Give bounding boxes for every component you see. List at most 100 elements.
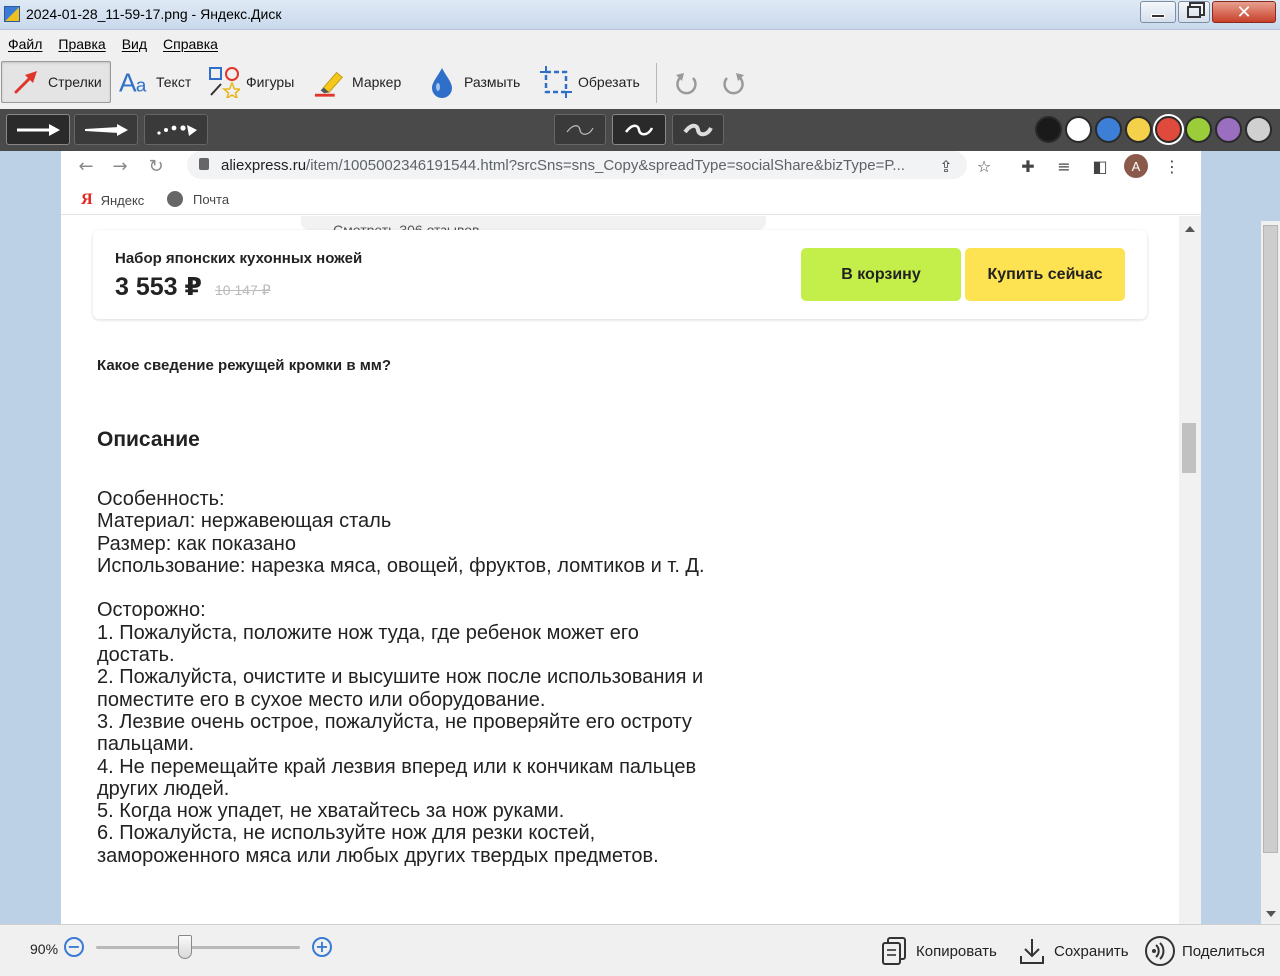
globe-icon: [167, 191, 183, 207]
scroll-down-icon[interactable]: [1266, 911, 1276, 917]
copy-label: Копировать: [916, 942, 997, 960]
bookmark-mail: Почта: [167, 191, 229, 207]
tool-blur[interactable]: Размыть: [426, 61, 520, 103]
color-swatch[interactable]: [1125, 116, 1152, 143]
bookmarks-bar: Я Яндекс Почта: [61, 183, 1201, 215]
media-icon: ≡: [1057, 156, 1071, 176]
line-thick[interactable]: [672, 114, 724, 145]
url-text: aliexpress.ru/item/1005002346191544.html…: [221, 157, 905, 174]
zoom-slider-track[interactable]: [96, 946, 300, 949]
profile-avatar: A: [1124, 154, 1148, 178]
wave-thin-icon: [566, 124, 594, 135]
wave-medium-icon: [625, 124, 654, 135]
share-button[interactable]: Поделиться: [1144, 933, 1265, 969]
product-old-price: 10 147 ₽: [215, 282, 271, 298]
menu-edit[interactable]: Правка: [58, 36, 105, 52]
color-swatch[interactable]: [1245, 116, 1272, 143]
tool-shapes-label: Фигуры: [246, 74, 295, 90]
menu-bar: Файл Правка Вид Справка: [0, 31, 1280, 57]
screenshot-image: ← → ↻ aliexpress.ru/item/100500234619154…: [61, 151, 1201, 924]
arrow-style-tapered[interactable]: [74, 114, 138, 145]
minimize-button[interactable]: [1140, 1, 1176, 23]
close-button[interactable]: ✕: [1212, 1, 1276, 23]
sidebar-icon: ◧: [1092, 156, 1108, 176]
url-bar: aliexpress.ru/item/1005002346191544.html…: [187, 151, 967, 179]
product-price: 3 553 ₽: [115, 273, 202, 301]
zoom-in-button[interactable]: +: [312, 937, 332, 957]
shapes-icon: [208, 66, 240, 98]
menu-help[interactable]: Справка: [163, 36, 218, 52]
maximize-icon: [1187, 6, 1201, 18]
redo-button[interactable]: [720, 69, 748, 97]
arrow-tapered-icon: [85, 123, 128, 136]
reload-icon: ↻: [148, 155, 164, 177]
color-swatch[interactable]: [1095, 116, 1122, 143]
color-swatch[interactable]: [1035, 116, 1062, 143]
viewer-scrollbar[interactable]: [1261, 221, 1280, 924]
window-title: 2024-01-28_11-59-17.png - Яндекс.Диск: [26, 6, 282, 22]
wave-thick-icon: [683, 123, 713, 136]
status-bar: 90% − + Копировать Сохранить Поделиться: [0, 924, 1280, 976]
crop-icon: [540, 66, 572, 98]
tool-crop[interactable]: Обрезать: [540, 61, 640, 103]
maximize-button[interactable]: [1178, 1, 1210, 23]
back-icon: ←: [78, 155, 94, 177]
toolbar: Стрелки Aa Текст Фигуры Маркер Размыть О…: [0, 57, 1280, 109]
color-swatch[interactable]: [1155, 116, 1182, 143]
color-swatch[interactable]: [1185, 116, 1212, 143]
menu-file[interactable]: Файл: [8, 36, 42, 52]
svg-text:A: A: [119, 67, 137, 97]
arrow-solid-icon: [17, 123, 60, 136]
copy-button[interactable]: Копировать: [878, 933, 997, 969]
bookmark-yandex-label: Яндекс: [100, 192, 145, 208]
description-title: Описание: [97, 428, 200, 451]
buy-now-button: Купить сейчас: [965, 248, 1125, 301]
zoom-slider-thumb[interactable]: [178, 935, 192, 959]
share-icon: [1144, 935, 1176, 967]
marker-icon: [314, 66, 346, 98]
bookmark-mail-label: Почта: [193, 191, 230, 207]
arrow-dotted-icon: [157, 124, 197, 136]
zoom-level: 90%: [30, 941, 59, 957]
share-label: Поделиться: [1182, 942, 1265, 960]
arrow-icon: [10, 66, 42, 98]
download-icon: [1016, 935, 1048, 967]
toolbar-separator: [656, 63, 657, 103]
yandex-icon: Я: [81, 191, 93, 208]
save-button[interactable]: Сохранить: [1016, 933, 1129, 969]
color-swatch[interactable]: [1215, 116, 1242, 143]
reviews-strip: Смотреть 306 отзывов: [301, 216, 766, 238]
tool-marker[interactable]: Маркер: [314, 61, 401, 103]
page-scroll-thumb: [1182, 423, 1196, 473]
tool-marker-label: Маркер: [352, 74, 402, 90]
scroll-up-icon: [1185, 226, 1195, 232]
line-thin[interactable]: [554, 114, 606, 145]
image-viewport: ← → ↻ aliexpress.ru/item/100500234619154…: [0, 151, 1280, 924]
add-to-cart-button: В корзину: [801, 248, 961, 301]
close-icon: ✕: [1236, 1, 1252, 23]
undo-button[interactable]: [672, 69, 700, 97]
blur-icon: [426, 66, 458, 98]
minimize-icon: [1151, 14, 1165, 18]
save-label: Сохранить: [1054, 942, 1129, 960]
text-icon: Aa: [118, 66, 150, 98]
arrow-style-solid[interactable]: [6, 114, 70, 145]
lock-icon: [199, 158, 209, 170]
bookmark-yandex: Я Яндекс: [81, 191, 144, 209]
page-scrollbar: [1179, 216, 1201, 924]
tool-arrows[interactable]: Стрелки: [1, 61, 111, 103]
line-medium[interactable]: [612, 114, 666, 145]
title-bar: 2024-01-28_11-59-17.png - Яндекс.Диск ✕: [0, 0, 1280, 30]
arrow-style-dotted[interactable]: [144, 114, 208, 145]
menu-view[interactable]: Вид: [122, 36, 147, 52]
viewer-scroll-thumb[interactable]: [1263, 225, 1278, 853]
undo-icon: [676, 73, 697, 95]
app-icon: [4, 6, 20, 22]
tool-arrows-label: Стрелки: [48, 74, 102, 90]
options-bar: [0, 109, 1280, 151]
tool-crop-label: Обрезать: [578, 74, 640, 90]
tool-text[interactable]: Aa Текст: [118, 61, 191, 103]
tool-shapes[interactable]: Фигуры: [208, 61, 294, 103]
color-swatch[interactable]: [1065, 116, 1092, 143]
zoom-out-button[interactable]: −: [64, 937, 84, 957]
